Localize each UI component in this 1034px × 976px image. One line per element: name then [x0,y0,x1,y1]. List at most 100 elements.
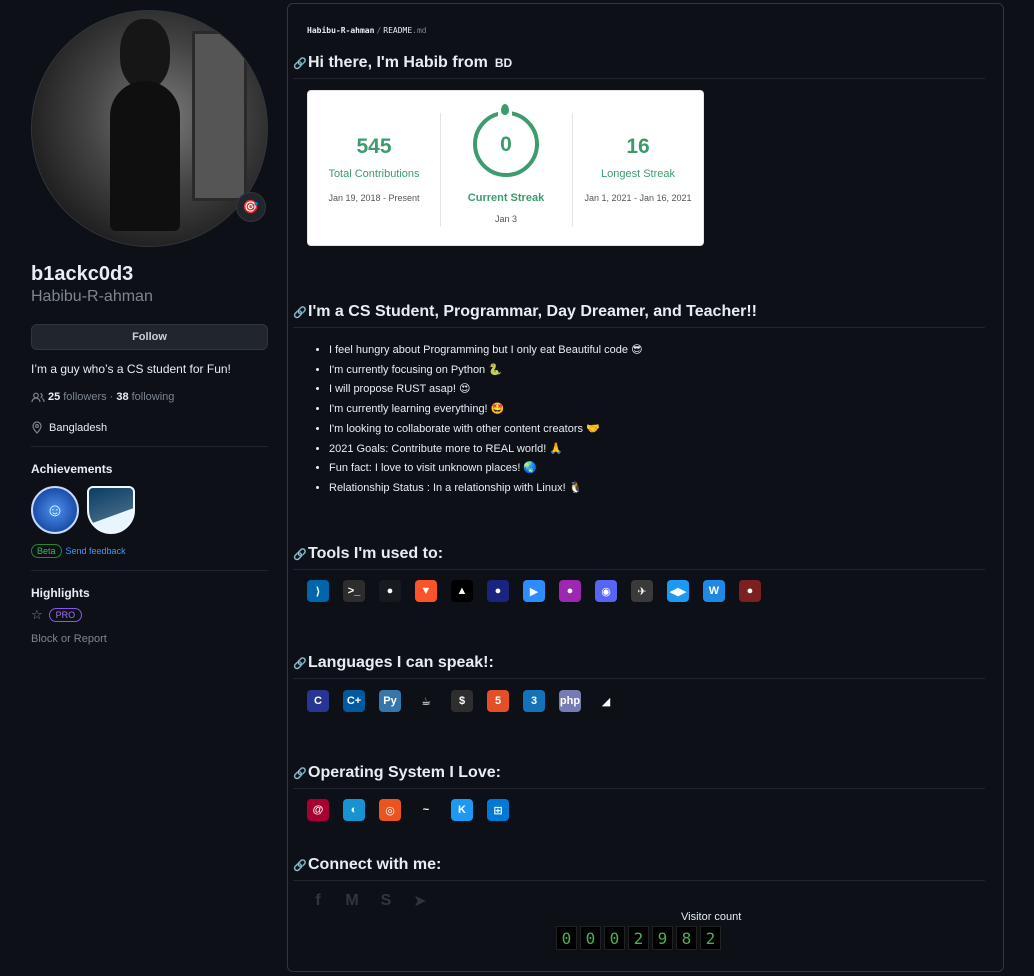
streak-stats-card[interactable]: 545 Total Contributions Jan 19, 2018 - P… [307,90,704,246]
total-contributions-value: 545 [356,135,392,158]
cpp-icon[interactable]: C+ [343,690,365,712]
burp-icon[interactable]: ● [487,580,509,602]
current-streak-date: Jan 3 [494,214,518,224]
heading-about: 🔗 I'm a CS Student, Programmar, Day Drea… [293,303,985,328]
longest-streak-block: 16 Longest Streak Jan 1, 2021 - Jan 16, … [572,91,704,247]
block-or-report-link[interactable]: Block or Report [31,633,268,645]
visitor-count-digit: 0 [580,926,601,950]
beta-row: Beta Send feedback [31,544,268,558]
link-icon[interactable]: 🔗 [293,657,307,670]
terminal-icon[interactable]: >_ [343,580,365,602]
readme-panel: Habibu-R-ahman / README.md 🔗 Hi there, I'm… [287,3,1004,972]
kali-icon[interactable]: ~ [415,799,437,821]
visitor-count-label: Visitor count [681,911,742,923]
highlights-row: ☆ PRO [31,607,268,623]
vscode-icon[interactable]: ⟩ [307,580,329,602]
profile-bio: I’m a guy who’s a CS student for Fun! [31,362,231,376]
link-icon[interactable]: 🔗 [293,859,307,872]
social-icons: f M S ➤ [307,890,431,912]
brave-icon[interactable]: ▼ [415,580,437,602]
ubuntu-icon[interactable]: ◎ [379,799,401,821]
location-pin-icon [32,421,42,434]
current-streak-block: 0 Current Streak Jan 3 [440,91,572,247]
followers-count[interactable]: 25 [48,391,60,403]
skype-icon[interactable]: S [375,890,397,912]
firefox-icon[interactable]: ● [559,580,581,602]
achievements-title[interactable]: Achievements [31,462,268,476]
discord-icon[interactable]: ◉ [595,580,617,602]
location-label: Bangladesh [49,421,108,434]
link-icon[interactable]: 🔗 [293,57,307,70]
kdenlive-icon[interactable]: ◀▶ [667,580,689,602]
avatar[interactable] [31,10,268,247]
about-list-item: I feel hungry about Programming but I on… [329,341,643,361]
link-icon[interactable]: 🔗 [293,767,307,780]
link-icon[interactable]: 🔗 [293,306,307,319]
visitor-count-digit: 9 [652,926,673,950]
follow-stats: 25 followers · 38 following [31,391,268,403]
following-count[interactable]: 38 [116,391,128,403]
heading-intro: 🔗 Hi there, I'm Habib from BD [293,54,985,79]
readme-owner-link[interactable]: Habibu-R-ahman [307,26,374,35]
linux-penguin-icon[interactable]: ▲ [451,580,473,602]
followers-label[interactable]: followers [63,391,106,403]
following-label[interactable]: following [132,391,175,403]
avatar-figure-body [110,81,180,231]
profile-sidebar: 🎯 b1ackc0d3 Habibu-R-ahman Follow I’m a … [31,10,268,645]
avatar-door [192,31,247,201]
divider [31,446,268,447]
readme-path: Habibu-R-ahman / README.md [307,26,427,35]
pull-shark-achievement-icon[interactable] [87,486,135,534]
heading-tools: 🔗 Tools I'm used to: [293,545,985,570]
gmail-icon[interactable]: M [341,890,363,912]
zoom-icon[interactable]: ▶ [523,580,545,602]
total-contributions-range: Jan 19, 2018 - Present [328,193,420,203]
status-emoji-icon[interactable]: 🎯 [236,192,266,222]
wireshark-icon[interactable]: ✈ [631,580,653,602]
arch-icon[interactable]: ◐ [343,799,365,821]
about-list-item: I'm looking to collaborate with other co… [329,420,643,440]
send-feedback-link[interactable]: Send feedback [66,546,126,556]
windows-icon[interactable]: ⊞ [487,799,509,821]
python-icon[interactable]: Py [379,690,401,712]
about-list-item: Fun fact: I love to visit unknown places… [329,459,643,479]
divider [31,570,268,571]
html5-icon[interactable]: 5 [487,690,509,712]
path-separator: / [376,26,382,35]
highlights-title: Highlights [31,586,90,600]
location: Bangladesh [31,421,268,434]
github-icon[interactable]: ● [379,580,401,602]
people-icon [31,392,45,402]
php-icon[interactable]: php [559,690,581,712]
beta-badge: Beta [31,544,62,558]
follow-separator: · [109,391,114,403]
current-streak-value: 0 [500,133,512,156]
about-list-item: 2021 Goals: Contribute more to REAL worl… [329,440,643,460]
bash-icon[interactable]: $ [451,690,473,712]
obs-icon[interactable]: ● [739,580,761,602]
language-icons: C C+ Py ☕ $5 3 php ◢ [307,690,617,712]
about-list-item: I'm currently focusing on Python 🐍 [329,361,643,381]
readme-file-ext: .md [412,26,427,35]
heading-about-text: I'm a CS Student, Programmar, Day Dreame… [308,303,757,320]
visitor-counter: 0002982 [556,926,721,950]
follow-button[interactable]: Follow [31,324,268,350]
longest-streak-range: Jan 1, 2021 - Jan 16, 2021 [584,193,692,203]
about-list-item: I'm currently learning everything! 🤩 [329,400,643,420]
link-icon[interactable]: 🔗 [293,548,307,561]
writer-icon[interactable]: W [703,580,725,602]
readme-file-name[interactable]: README [383,26,412,35]
star-icon: ☆ [31,607,43,622]
yolo-achievement-icon[interactable]: ☺ [31,486,79,534]
total-contributions-label: Total Contributions [328,168,420,180]
telegram-icon[interactable]: ➤ [409,890,431,912]
facebook-icon[interactable]: f [307,890,329,912]
css3-icon[interactable]: 3 [523,690,545,712]
avatar-figure-head [120,19,170,89]
java-icon[interactable]: ☕ [415,690,437,712]
mysql-icon[interactable]: ◢ [595,690,617,712]
total-contributions-block: 545 Total Contributions Jan 19, 2018 - P… [308,91,440,247]
c-icon[interactable]: C [307,690,329,712]
debian-icon[interactable]: @ [307,799,329,821]
kde-icon[interactable]: K [451,799,473,821]
